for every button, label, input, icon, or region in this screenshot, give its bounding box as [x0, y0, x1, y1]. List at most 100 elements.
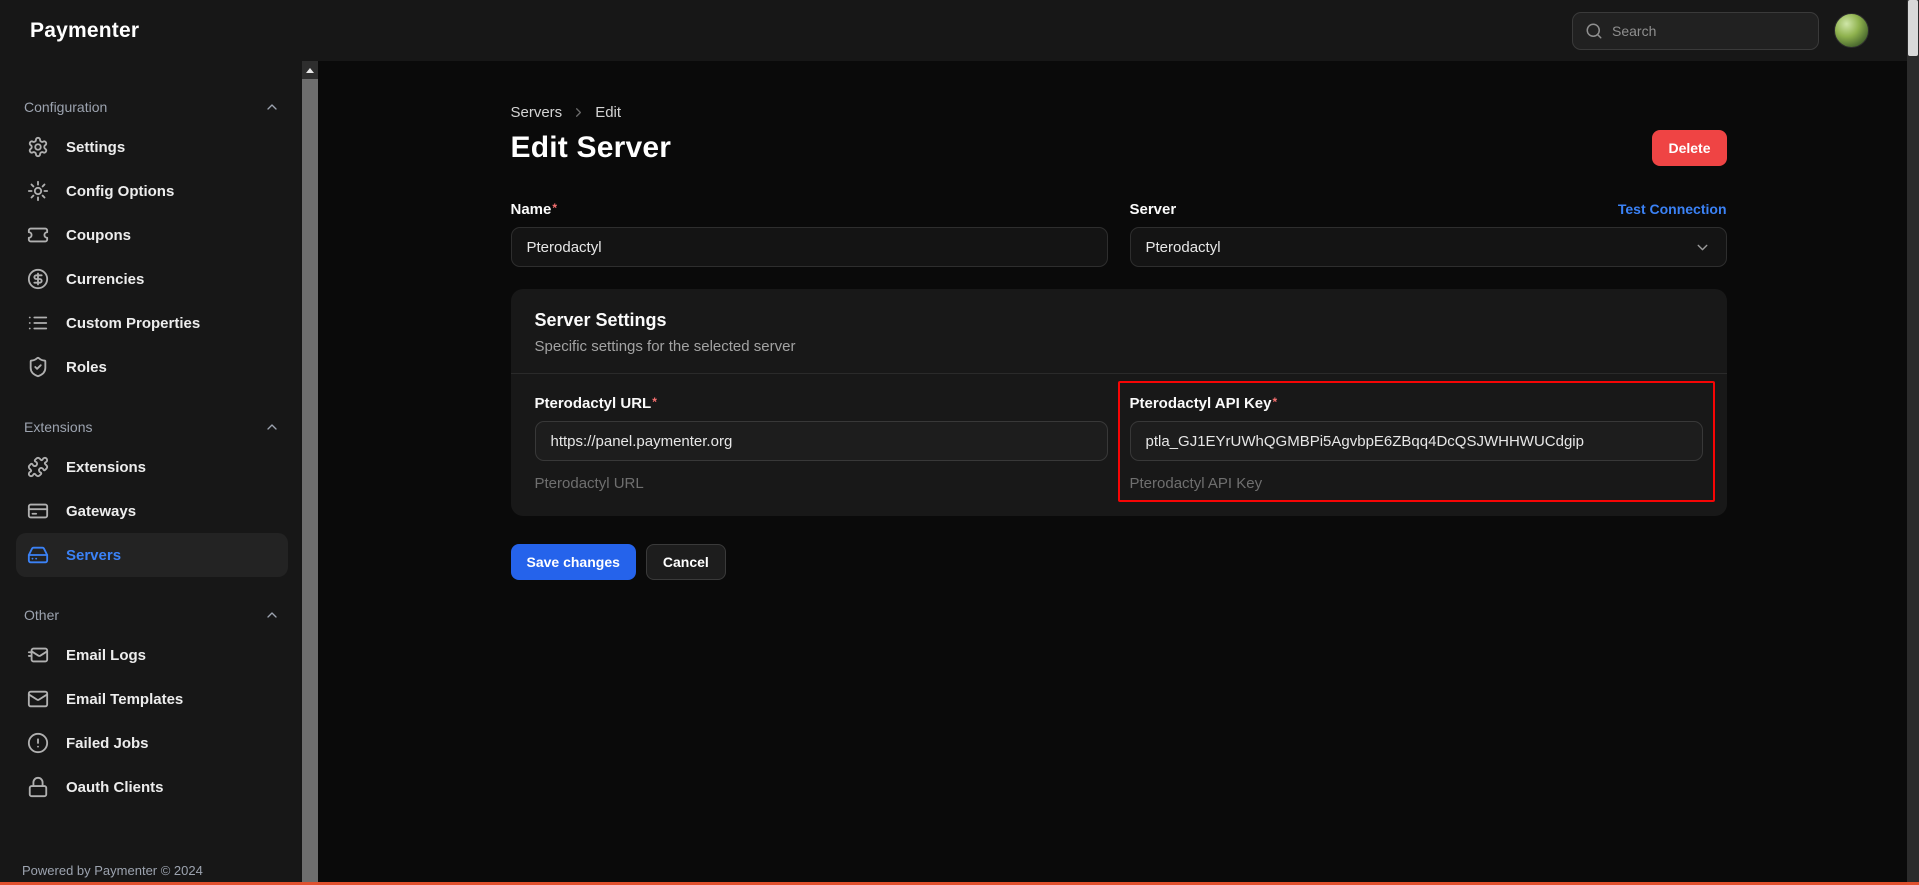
list-icon [27, 312, 49, 334]
content-container: Servers Edit Edit Server Delete Name* [511, 104, 1727, 580]
sidebar-item-config-options[interactable]: Config Options [16, 169, 288, 213]
search-icon [1585, 22, 1603, 40]
required-asterisk: * [1273, 395, 1278, 409]
sidebar-item-label: Gateways [66, 503, 136, 520]
page-scrollbar [1907, 0, 1919, 885]
sidebar-scrollbar-thumb[interactable] [302, 79, 318, 885]
sidebar-section-configuration: Configuration Settings Config Options [16, 97, 288, 389]
scroll-up-button[interactable] [302, 61, 318, 79]
server-settings-card: Server Settings Specific settings for th… [511, 289, 1727, 516]
user-avatar[interactable] [1834, 13, 1869, 48]
credit-card-icon [27, 500, 49, 522]
sidebar-scrollbar [302, 61, 318, 885]
mail-log-icon [27, 644, 49, 666]
sidebar-item-roles[interactable]: Roles [16, 345, 288, 389]
page-scrollbar-thumb[interactable] [1908, 0, 1918, 56]
sidebar-item-label: Coupons [66, 227, 131, 244]
breadcrumb-edit: Edit [595, 104, 621, 121]
nav-extensions: Extensions Gateways Servers [16, 445, 288, 577]
section-label: Configuration [24, 99, 107, 115]
chevron-up-icon [264, 99, 280, 115]
nav-configuration: Settings Config Options Coupons [16, 125, 288, 389]
sidebar-item-label: Email Templates [66, 691, 183, 708]
main-area: Servers Edit Edit Server Delete Name* [318, 61, 1919, 885]
sidebar-item-label: Roles [66, 359, 107, 376]
sidebar-item-email-templates[interactable]: Email Templates [16, 677, 288, 721]
lock-icon [27, 776, 49, 798]
sidebar-item-servers[interactable]: Servers [16, 533, 288, 577]
name-label: Name* [511, 201, 558, 218]
sidebar: Configuration Settings Config Options [0, 61, 302, 885]
sidebar-item-currencies[interactable]: Currencies [16, 257, 288, 301]
cancel-button[interactable]: Cancel [646, 544, 726, 580]
sidebar-item-oauth-clients[interactable]: Oauth Clients [16, 765, 288, 809]
section-header-configuration[interactable]: Configuration [16, 97, 288, 117]
name-field-group: Name* [511, 200, 1108, 267]
sidebar-item-label: Settings [66, 139, 125, 156]
sidebar-item-label: Custom Properties [66, 315, 200, 332]
section-label: Extensions [24, 419, 92, 435]
server-field-group: Server Test Connection Pterodactyl [1130, 200, 1727, 267]
cog-icon [27, 180, 49, 202]
puzzle-icon [27, 456, 49, 478]
sidebar-item-label: Email Logs [66, 647, 146, 664]
alert-circle-icon [27, 732, 49, 754]
search-box[interactable] [1572, 12, 1819, 50]
shield-check-icon [27, 356, 49, 378]
search-input[interactable] [1612, 23, 1806, 39]
name-input[interactable] [511, 227, 1108, 267]
title-row: Edit Server Delete [511, 130, 1727, 166]
section-header-other[interactable]: Other [16, 605, 288, 625]
sidebar-item-gateways[interactable]: Gateways [16, 489, 288, 533]
scroll-up-arrow-icon [306, 68, 314, 73]
page-title: Edit Server [511, 131, 672, 165]
test-connection-link[interactable]: Test Connection [1618, 201, 1727, 217]
sidebar-item-settings[interactable]: Settings [16, 125, 288, 169]
topbar-right [1572, 12, 1869, 50]
section-header-extensions[interactable]: Extensions [16, 417, 288, 437]
card-body: Pterodactyl URL* Pterodactyl URL Pteroda… [511, 374, 1727, 516]
gear-icon [27, 136, 49, 158]
server-select-value: Pterodactyl [1146, 239, 1221, 256]
chevron-up-icon [264, 607, 280, 623]
pterodactyl-api-key-input[interactable] [1130, 421, 1703, 461]
card-subtitle: Specific settings for the selected serve… [535, 338, 1703, 355]
sidebar-item-failed-jobs[interactable]: Failed Jobs [16, 721, 288, 765]
section-label: Other [24, 607, 59, 623]
ticket-icon [27, 224, 49, 246]
nav-other: Email Logs Email Templates Failed Jobs [16, 633, 288, 809]
sidebar-item-label: Oauth Clients [66, 779, 164, 796]
chevron-down-icon [1694, 239, 1711, 256]
sidebar-section-other: Other Email Logs Email Templates [16, 605, 288, 809]
sidebar-item-coupons[interactable]: Coupons [16, 213, 288, 257]
sidebar-item-label: Config Options [66, 183, 174, 200]
pterodactyl-api-key-field-group: Pterodactyl API Key* Pterodactyl API Key [1130, 394, 1703, 492]
breadcrumb-servers[interactable]: Servers [511, 104, 563, 121]
save-changes-button[interactable]: Save changes [511, 544, 636, 580]
sidebar-item-label: Failed Jobs [66, 735, 149, 752]
pterodactyl-api-key-helper: Pterodactyl API Key [1130, 475, 1703, 492]
required-asterisk: * [552, 201, 557, 215]
powered-by-footer: Powered by Paymenter © 2024 [22, 863, 203, 878]
topbar: Paymenter [0, 0, 1919, 61]
pterodactyl-api-key-label: Pterodactyl API Key* [1130, 395, 1278, 412]
card-header: Server Settings Specific settings for th… [511, 289, 1727, 373]
sidebar-item-label: Currencies [66, 271, 144, 288]
chevron-right-icon [571, 105, 586, 120]
server-select[interactable]: Pterodactyl [1130, 227, 1727, 267]
sidebar-item-label: Extensions [66, 459, 146, 476]
top-form-row: Name* Server Test Connection Pterodactyl [511, 200, 1727, 267]
dollar-circle-icon [27, 268, 49, 290]
app-logo[interactable]: Paymenter [30, 19, 139, 43]
delete-button[interactable]: Delete [1652, 130, 1726, 166]
sidebar-item-extensions[interactable]: Extensions [16, 445, 288, 489]
breadcrumb: Servers Edit [511, 104, 1727, 121]
required-asterisk: * [652, 395, 657, 409]
server-drive-icon [27, 544, 49, 566]
sidebar-item-email-logs[interactable]: Email Logs [16, 633, 288, 677]
sidebar-item-custom-properties[interactable]: Custom Properties [16, 301, 288, 345]
sidebar-section-extensions: Extensions Extensions Gateways [16, 417, 288, 577]
pterodactyl-url-field-group: Pterodactyl URL* Pterodactyl URL [535, 394, 1108, 492]
pterodactyl-url-input[interactable] [535, 421, 1108, 461]
app-shell: Configuration Settings Config Options [0, 61, 1919, 885]
